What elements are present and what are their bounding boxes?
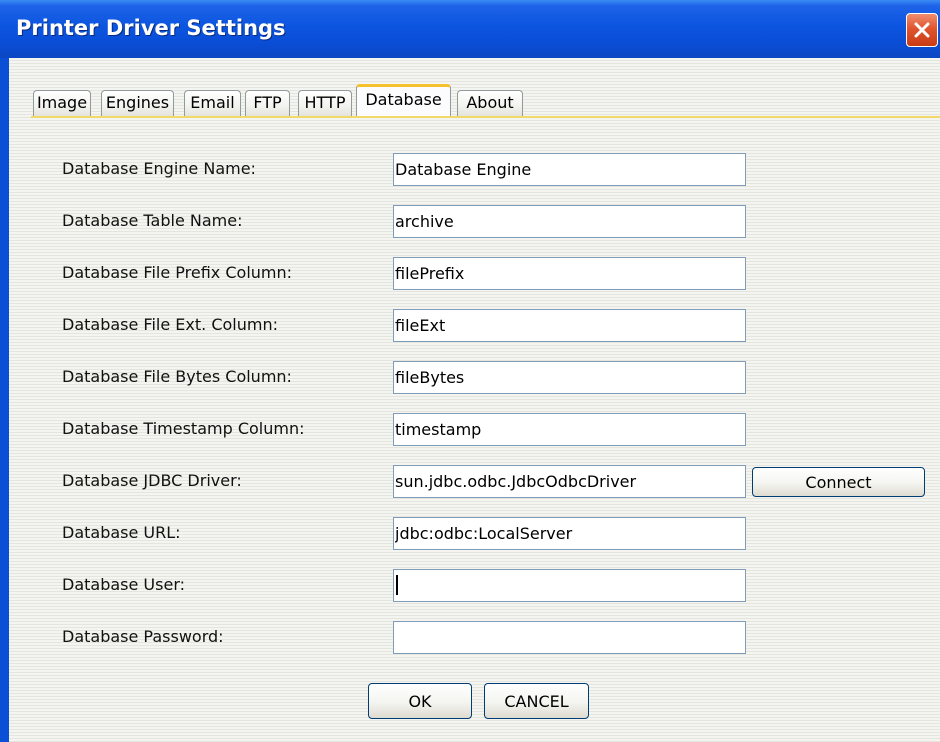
ok-button[interactable]: OK — [368, 683, 472, 719]
tab-email[interactable]: Email — [184, 90, 241, 116]
file-bytes-column-field[interactable] — [393, 361, 746, 394]
user-label: Database User: — [62, 575, 186, 594]
cancel-button[interactable]: CANCEL — [484, 683, 589, 719]
engine-name-field[interactable] — [393, 153, 746, 186]
timestamp-column-label: Database Timestamp Column: — [62, 419, 305, 438]
dialog-body: Image Engines Email FTP HTTP Database Ab… — [9, 58, 940, 742]
table-name-field[interactable] — [393, 205, 746, 238]
file-ext-column-label: Database File Ext. Column: — [62, 315, 278, 334]
tab-engines[interactable]: Engines — [101, 90, 174, 116]
table-name-label: Database Table Name: — [62, 211, 243, 230]
tab-http[interactable]: HTTP — [298, 90, 352, 116]
password-field[interactable] — [393, 621, 746, 654]
password-label: Database Password: — [62, 627, 224, 646]
engine-name-label: Database Engine Name: — [62, 159, 256, 178]
user-field[interactable] — [393, 569, 746, 602]
url-field[interactable] — [393, 517, 746, 550]
close-button[interactable] — [906, 13, 938, 47]
file-bytes-column-label: Database File Bytes Column: — [62, 367, 292, 386]
window-title: Printer Driver Settings — [16, 16, 286, 40]
tab-strip-underline — [31, 116, 940, 118]
file-ext-column-field[interactable] — [393, 309, 746, 342]
file-prefix-column-label: Database File Prefix Column: — [62, 263, 293, 282]
tab-about[interactable]: About — [457, 90, 523, 116]
tab-database[interactable]: Database — [356, 84, 451, 116]
url-label: Database URL: — [62, 523, 181, 542]
tab-image[interactable]: Image — [33, 90, 91, 116]
text-caret — [396, 575, 398, 595]
connect-button[interactable]: Connect — [752, 467, 925, 497]
jdbc-driver-label: Database JDBC Driver: — [62, 471, 242, 490]
jdbc-driver-field[interactable] — [393, 465, 746, 498]
tab-ftp[interactable]: FTP — [245, 90, 290, 116]
close-icon — [914, 22, 930, 38]
title-bar[interactable]: Printer Driver Settings — [0, 0, 940, 58]
file-prefix-column-field[interactable] — [393, 257, 746, 290]
settings-window: Printer Driver Settings Image Engines Em… — [0, 0, 940, 742]
timestamp-column-field[interactable] — [393, 413, 746, 446]
